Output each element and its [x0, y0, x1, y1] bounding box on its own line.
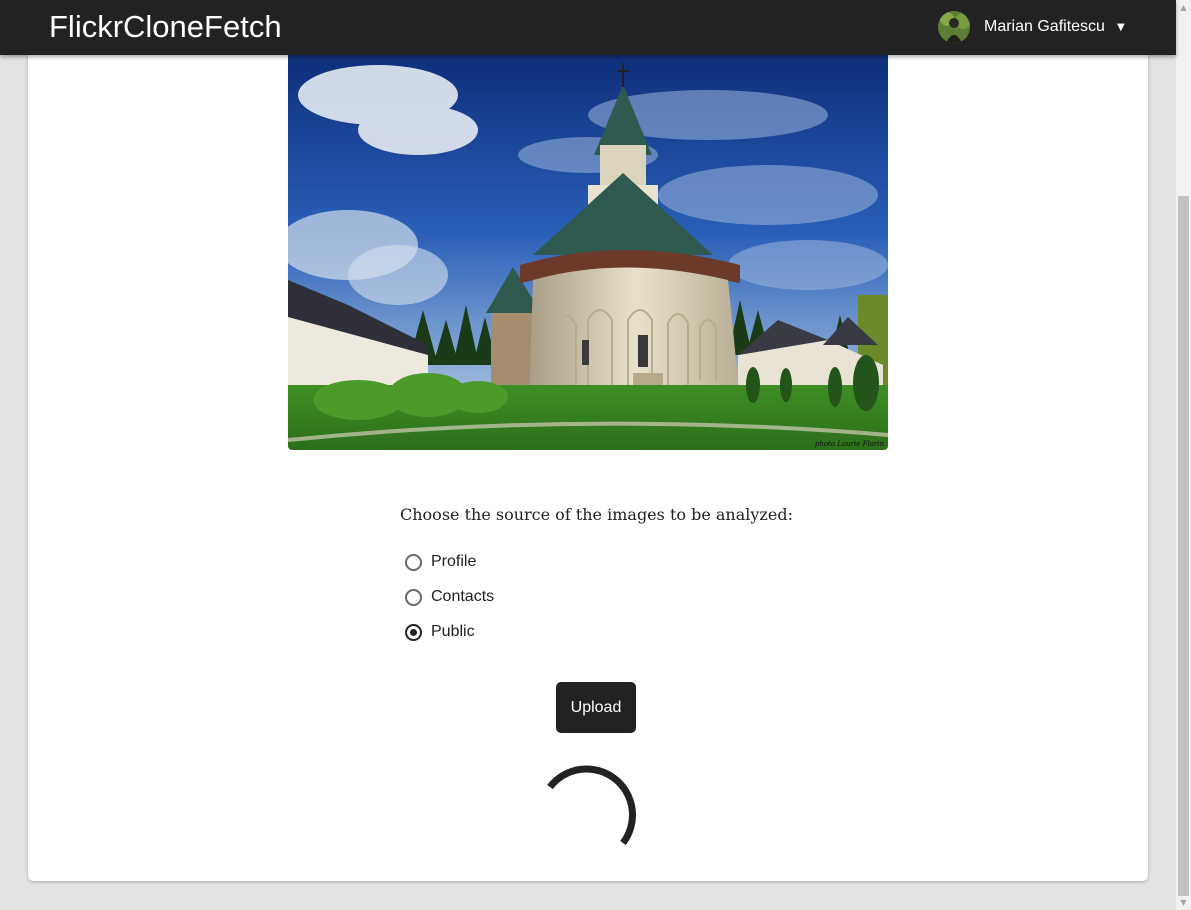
caret-down-icon[interactable]: ▼ — [1117, 22, 1125, 33]
radio-option-profile[interactable]: Profile — [405, 551, 476, 573]
scroll-thumb[interactable] — [1178, 196, 1189, 896]
top-navbar: FlickrCloneFetch Marian Gafitescu ▼ — [0, 0, 1176, 55]
radio-label[interactable]: Public — [431, 623, 475, 641]
radio-button-checked[interactable] — [405, 623, 422, 641]
upload-button[interactable]: Upload — [556, 682, 636, 733]
radio-button[interactable] — [405, 588, 422, 606]
radio-label[interactable]: Contacts — [431, 588, 494, 606]
radio-label[interactable]: Profile — [431, 553, 476, 571]
image-watermark: photo Laurie Florin — [815, 440, 885, 448]
brand-title[interactable]: FlickrCloneFetch — [49, 8, 282, 46]
user-name[interactable]: Marian Gafitescu — [984, 18, 1105, 36]
hero-image: photo Laurie Florin — [288, 55, 888, 450]
user-avatar[interactable] — [938, 11, 970, 43]
radio-option-public[interactable]: Public — [405, 621, 475, 643]
scroll-up-arrow-icon[interactable]: ▲ — [1176, 0, 1191, 15]
user-menu[interactable]: Marian Gafitescu ▼ — [938, 11, 1125, 43]
radio-option-contacts[interactable]: Contacts — [405, 586, 494, 608]
spinner-icon — [547, 765, 636, 845]
source-prompt: Choose the source of the images to be an… — [400, 505, 793, 524]
scroll-down-arrow-icon[interactable]: ▼ — [1176, 895, 1191, 910]
page-scrollbar[interactable]: ▲ ▼ — [1176, 0, 1191, 910]
radio-button[interactable] — [405, 553, 422, 571]
